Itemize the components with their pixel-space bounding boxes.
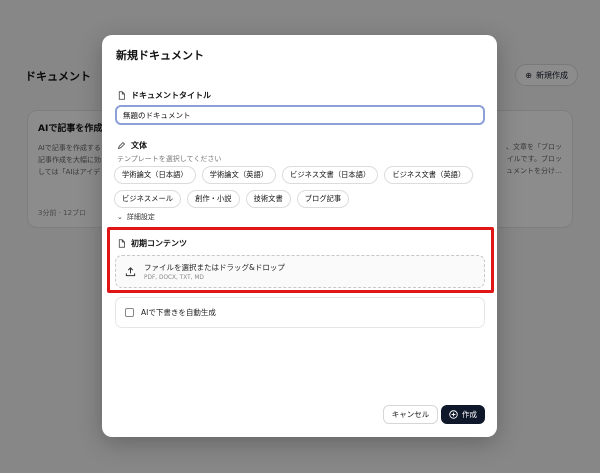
document-title-label: ドキュメントタイトル: [117, 90, 211, 101]
initial-content-label-text: 初期コンテンツ: [131, 239, 187, 248]
document-title-input[interactable]: [115, 105, 485, 125]
template-chip[interactable]: ビジネスメール: [114, 190, 182, 208]
template-chip[interactable]: 学術論文（英語）: [201, 166, 277, 184]
advanced-settings-label: 詳細設定: [126, 213, 155, 221]
file-icon: [118, 239, 125, 248]
style-label-text: 文体: [131, 141, 147, 150]
create-button-label: 作成: [462, 410, 477, 419]
pencil-icon: [117, 141, 126, 150]
new-document-dialog: 新規ドキュメント ドキュメントタイトル 文体 テンプレートを選択してください 学…: [102, 35, 497, 437]
template-chip[interactable]: ビジネス文書（英語）: [384, 166, 474, 184]
chevron-down-icon: ⌄: [117, 213, 123, 221]
ai-draft-checkbox[interactable]: [125, 308, 134, 317]
ai-draft-label: AIで下書きを自動生成: [141, 308, 216, 317]
plus-circle-icon: [449, 410, 458, 419]
template-chip[interactable]: 技術文書: [245, 190, 291, 208]
dropzone-text: ファイルを選択またはドラッグ&ドロップ PDF, DOCX, TXT, MD: [144, 262, 285, 281]
template-chip[interactable]: 創作・小説: [187, 190, 240, 208]
create-button[interactable]: 作成: [441, 405, 485, 424]
style-hint: テンプレートを選択してください: [117, 155, 222, 163]
ai-draft-option[interactable]: AIで下書きを自動生成: [115, 297, 485, 328]
upload-icon: [125, 267, 136, 277]
initial-content-label: 初期コンテンツ: [117, 238, 187, 249]
document-title-label-text: ドキュメントタイトル: [131, 91, 211, 100]
advanced-settings-toggle[interactable]: ⌄ 詳細設定: [117, 212, 155, 222]
dropzone-formats: PDF, DOCX, TXT, MD: [144, 275, 204, 281]
file-dropzone[interactable]: ファイルを選択またはドラッグ&ドロップ PDF, DOCX, TXT, MD: [115, 255, 485, 288]
dialog-title: 新規ドキュメント: [116, 49, 204, 62]
file-icon: [118, 91, 125, 100]
dropzone-main-text: ファイルを選択またはドラッグ&ドロップ: [144, 263, 285, 272]
template-chip[interactable]: ブログ記事: [296, 190, 350, 208]
template-chip[interactable]: 学術論文（日本語）: [114, 166, 196, 184]
cancel-button[interactable]: キャンセル: [383, 405, 438, 424]
template-chips: 学術論文（日本語） 学術論文（英語） ビジネス文書（日本語） ビジネス文書（英語…: [114, 166, 486, 208]
style-label: 文体: [117, 140, 147, 151]
template-chip[interactable]: ビジネス文書（日本語）: [282, 166, 379, 184]
